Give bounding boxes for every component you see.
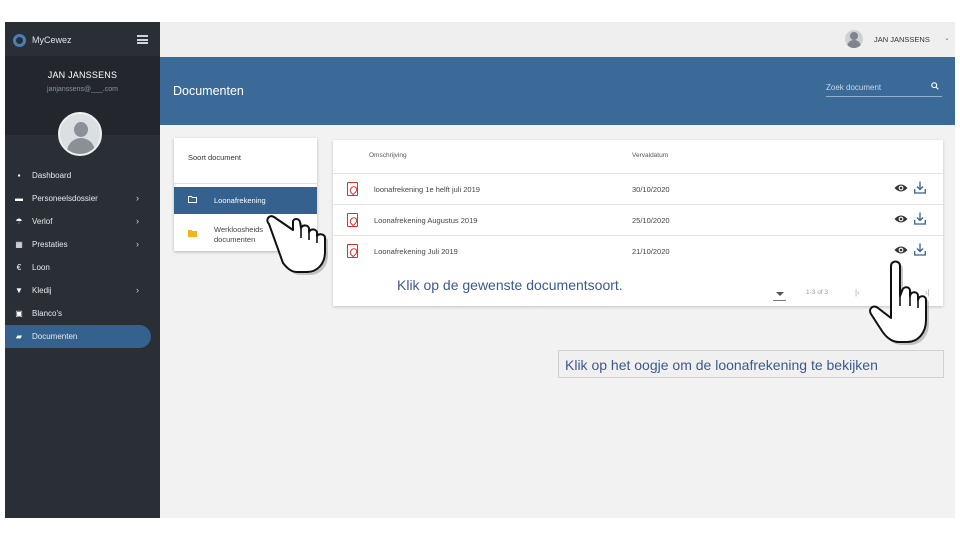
topbar: JAN JANSSENS ⌄ — [160, 22, 955, 57]
folder-outline-icon — [188, 196, 197, 203]
user-menu[interactable]: JAN JANSSENS — [874, 35, 930, 44]
column-header-expiry[interactable]: Vervaldatum — [632, 152, 668, 159]
download-icon[interactable] — [914, 212, 926, 225]
divider — [174, 183, 317, 184]
search-icon[interactable] — [931, 82, 939, 90]
instruction-step-2: Klik op het oogje om de loonafrekening t… — [565, 357, 878, 373]
eye-icon[interactable] — [894, 183, 908, 193]
table-row: Loonafrekening Juli 2019 21/10/2020 — [333, 235, 943, 266]
rows-per-page-select[interactable] — [776, 292, 784, 296]
pdf-icon — [347, 244, 358, 258]
document-description: Loonafrekening Augustus 2019 — [374, 216, 478, 225]
calendar-blank-icon: ▣ — [15, 309, 23, 318]
calendar-icon: ▦ — [15, 240, 23, 249]
sidebar-item-label: Dashboard — [32, 171, 72, 180]
table-row: loonafrekening 1e helft juli 2019 30/10/… — [333, 173, 943, 204]
sidebar-nav: ▪ Dashboard ▬ Personeelsdossier › ☂ Verl… — [5, 164, 160, 348]
column-header-description[interactable]: Omschrijving — [369, 152, 407, 159]
chevron-right-icon: › — [136, 239, 139, 249]
document-expiry: 21/10/2020 — [632, 247, 670, 256]
first-page-icon[interactable]: |‹ — [855, 288, 860, 297]
document-type-label: Loonafrekening — [214, 196, 266, 205]
pdf-icon — [347, 213, 358, 227]
brand-logo-icon — [13, 33, 26, 47]
page-range: 1-3 of 3 — [806, 289, 829, 296]
pointing-hand-icon — [266, 215, 328, 275]
sidebar-item-personeelsdossier[interactable]: ▬ Personeelsdossier › — [5, 187, 160, 210]
sidebar-item-label: Prestaties — [32, 240, 68, 249]
select-underline — [773, 300, 786, 301]
app-window: MyCewez JAN JANSSENS janjanssens@___.com… — [5, 22, 955, 518]
sidebar-item-documenten[interactable]: ▰ Documenten — [5, 325, 151, 348]
download-icon[interactable] — [914, 181, 926, 194]
chevron-down-icon[interactable]: ⌄ — [944, 34, 950, 42]
document-expiry: 25/10/2020 — [632, 216, 670, 225]
instruction-step-1: Klik op de gewenste documentsoort. — [397, 277, 623, 293]
sidebar: MyCewez JAN JANSSENS janjanssens@___.com… — [5, 22, 160, 518]
pointing-hand-icon — [869, 260, 929, 345]
sidebar-item-label: Kledij — [32, 286, 52, 295]
instruction-step-2-box: Klik op het oogje om de loonafrekening t… — [558, 350, 944, 378]
sidebar-item-label: Documenten — [32, 332, 78, 341]
sidebar-item-label: Blanco's — [32, 309, 62, 318]
page-title: Documenten — [173, 84, 244, 98]
folder-icon — [188, 230, 197, 237]
brand-name: MyCewez — [32, 35, 72, 45]
sidebar-item-verlof[interactable]: ☂ Verlof › — [5, 210, 160, 233]
sidebar-item-prestaties[interactable]: ▦ Prestaties › — [5, 233, 160, 256]
eye-icon[interactable] — [894, 214, 908, 224]
beach-umbrella-icon: ☂ — [15, 217, 23, 226]
dashboard-icon: ▪ — [17, 171, 21, 180]
profile-name: JAN JANSSENS — [47, 70, 118, 80]
sidebar-item-dashboard[interactable]: ▪ Dashboard — [5, 164, 160, 187]
brand[interactable]: MyCewez — [13, 32, 72, 48]
sidebar-item-label: Personeelsdossier — [32, 194, 98, 203]
id-card-icon: ▬ — [15, 194, 23, 203]
euro-icon: € — [16, 263, 22, 272]
shirt-icon: ▼ — [15, 286, 23, 295]
sidebar-item-blancos[interactable]: ▣ Blanco's — [5, 302, 160, 325]
profile-email: janjanssens@___.com — [47, 86, 118, 93]
search-placeholder: Zoek document — [826, 83, 882, 92]
download-icon[interactable] — [914, 243, 926, 256]
sidebar-item-label: Verlof — [32, 217, 53, 226]
sidebar-item-loon[interactable]: € Loon — [5, 256, 160, 279]
folder-open-icon: ▰ — [15, 332, 23, 341]
user-avatar[interactable] — [845, 30, 863, 48]
table-row: Loonafrekening Augustus 2019 25/10/2020 — [333, 204, 943, 235]
sidebar-item-label: Loon — [32, 263, 50, 272]
chevron-right-icon: › — [136, 193, 139, 203]
avatar — [58, 112, 102, 156]
search-input[interactable]: Zoek document — [826, 81, 942, 97]
eye-icon[interactable] — [894, 245, 908, 255]
document-description: Loonafrekening Juli 2019 — [374, 247, 458, 256]
document-description: loonafrekening 1e helft juli 2019 — [374, 185, 480, 194]
pdf-icon — [347, 182, 358, 196]
chevron-right-icon: › — [136, 216, 139, 226]
document-expiry: 30/10/2020 — [632, 185, 670, 194]
sidebar-item-kledij[interactable]: ▼ Kledij › — [5, 279, 160, 302]
menu-toggle-icon[interactable] — [137, 35, 148, 44]
document-type-title: Soort document — [188, 153, 241, 162]
page-header: Documenten Zoek document — [160, 57, 955, 125]
chevron-right-icon: › — [136, 285, 139, 295]
